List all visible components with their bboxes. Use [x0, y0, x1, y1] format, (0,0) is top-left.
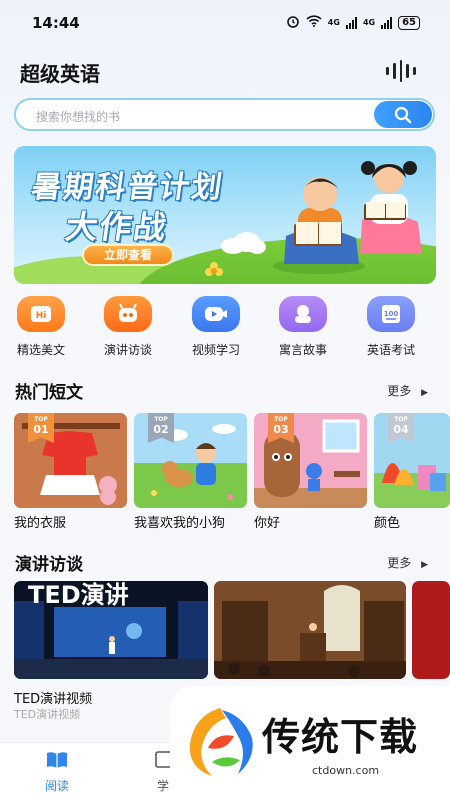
search-icon	[394, 106, 412, 123]
talk-subtitle: TED演讲视频	[14, 708, 81, 721]
robot-speech-icon	[104, 296, 152, 332]
talk-thumbnail-lecture	[214, 581, 406, 679]
category-item-articles[interactable]: Hi 精选美文	[6, 296, 76, 358]
flower-icon	[205, 262, 223, 276]
banner-title-line1: 暑期科普计划	[29, 170, 226, 205]
more-label: 更多	[387, 556, 412, 570]
story-character-icon	[279, 296, 327, 332]
category-item-video[interactable]: 视频学习	[181, 296, 251, 358]
voice-wave-icon[interactable]	[386, 60, 416, 82]
book-title: 我喜欢我的小狗	[134, 516, 226, 531]
book-card[interactable]: TOP 01 我的衣服	[14, 413, 127, 531]
search-button[interactable]	[374, 101, 432, 128]
status-time: 14:44	[32, 14, 80, 32]
talk-thumbnail-ted: TED演讲	[14, 581, 208, 679]
category-label: 演讲访谈	[103, 343, 152, 357]
status-bar: 14:44 4G 4G 65	[0, 0, 450, 44]
more-link-talks[interactable]: 更多 ▶	[387, 554, 428, 571]
article-icon: Hi	[17, 296, 65, 332]
triangle-right-icon: ▶	[421, 560, 428, 570]
book-card[interactable]: TOP 03 你好	[254, 413, 367, 531]
banner-title-line2: 大作战	[63, 208, 171, 246]
more-label: 更多	[387, 384, 412, 398]
category-item-speech[interactable]: 演讲访谈	[93, 296, 163, 358]
watermark-brand: 传统下载	[262, 715, 419, 759]
tab-read[interactable]: 阅读	[32, 751, 82, 794]
book-title: 我的衣服	[14, 516, 67, 531]
category-label: 精选美文	[16, 343, 65, 357]
book-open-icon	[47, 752, 67, 768]
svg-text:100: 100	[384, 310, 399, 318]
category-label: 寓言故事	[278, 343, 327, 357]
app-title: 超级英语	[20, 62, 100, 86]
exam-100-icon: 100	[367, 296, 415, 332]
watermark-overlay: 传统下载 ctdown.com	[170, 686, 450, 800]
network-label-1: 4G	[327, 18, 340, 27]
category-grid: Hi 精选美文 演讲访谈 视频学习 寓言故事 100 英语考试	[0, 296, 450, 360]
talk-thumbnail-partial	[412, 581, 450, 679]
wifi-icon	[306, 15, 322, 30]
svg-text:Hi: Hi	[36, 311, 47, 321]
category-item-exams[interactable]: 100 英语考试	[356, 296, 426, 358]
category-label: 视频学习	[191, 343, 240, 357]
ctdown-logo	[189, 708, 253, 776]
reading-girl-illustration	[360, 161, 422, 254]
battery-indicator: 65	[398, 15, 420, 30]
book-title: 颜色	[374, 516, 401, 531]
category-label: 英语考试	[366, 343, 415, 357]
tab-label: 阅读	[44, 779, 69, 793]
talk-thumbnail-text: TED演讲	[28, 581, 129, 609]
search-input[interactable]: 搜索你想找的书	[14, 98, 435, 131]
watermark-url: ctdown.com	[312, 764, 380, 777]
book-card[interactable]: TOP 02 我喜欢我的小狗	[134, 413, 247, 531]
book-card[interactable]: TOP 04 颜色	[374, 413, 450, 531]
hot-books-list: TOP 01 我的衣服 TOP 02 我喜欢我的小狗 TOP 03 你好 TOP…	[14, 413, 450, 533]
category-item-fables[interactable]: 寓言故事	[268, 296, 338, 358]
signal-icon	[381, 16, 393, 29]
section-title-talks: 演讲访谈	[15, 555, 83, 575]
network-label-2: 4G	[362, 18, 376, 27]
status-icons: 4G 4G 65	[286, 14, 420, 31]
video-icon	[192, 296, 240, 332]
talk-title: TED演讲视频	[14, 692, 93, 707]
more-link-hot[interactable]: 更多 ▶	[387, 382, 428, 399]
section-title-hot: 热门短文	[15, 383, 83, 403]
book-title: 你好	[254, 516, 281, 531]
signal-icon	[345, 16, 357, 29]
search-placeholder: 搜索你想找的书	[36, 110, 121, 124]
triangle-right-icon: ▶	[421, 388, 428, 398]
alarm-icon	[286, 14, 300, 31]
promo-banner[interactable]: 暑期科普计划 大作战 立即查看	[14, 146, 436, 284]
banner-view-button[interactable]: 立即查看	[82, 244, 174, 266]
cloud-icon	[221, 232, 266, 254]
app-bar: 超级英语	[0, 52, 450, 92]
